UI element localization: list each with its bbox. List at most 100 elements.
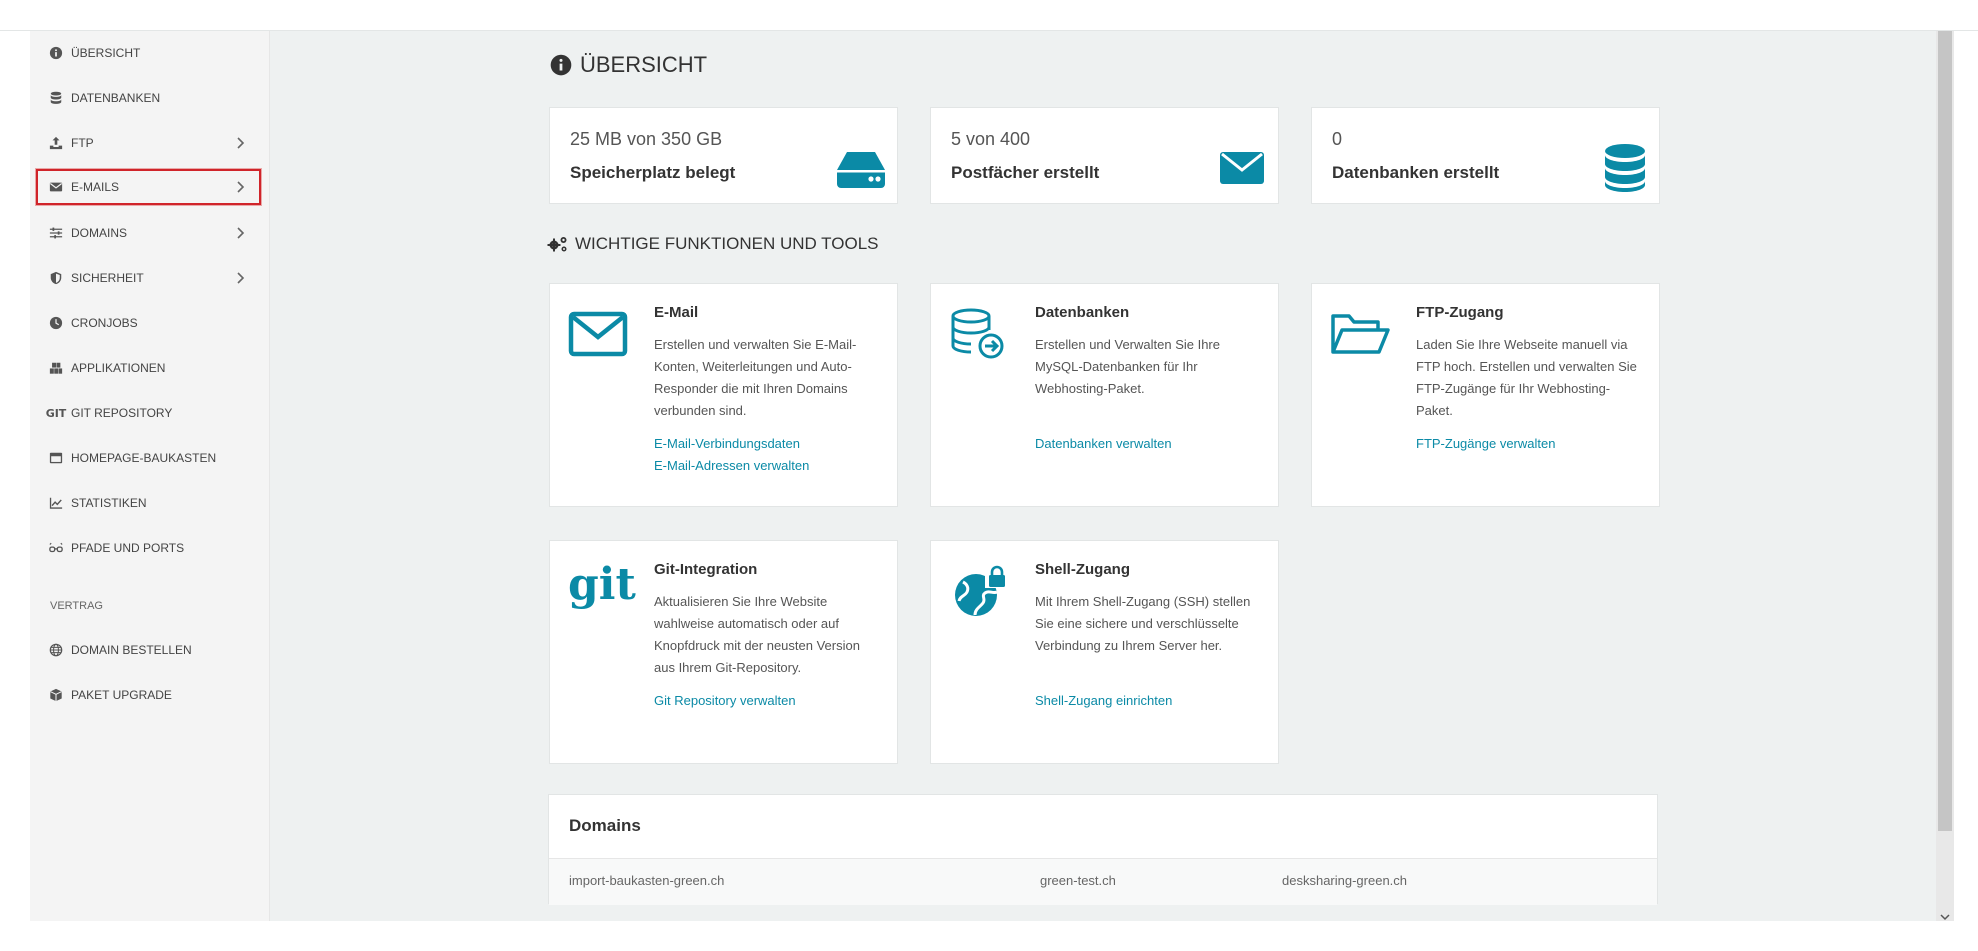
sidebar-item-label: GIT REPOSITORY	[71, 406, 173, 420]
stat-card-storage: 25 MB von 350 GB Speicherplatz belegt	[549, 107, 898, 204]
sidebar: ÜBERSICHT DATENBANKEN FTP E-MAILS DOMAIN…	[30, 31, 270, 921]
sidebar-item-label: HOMEPAGE-BAUKASTEN	[71, 451, 217, 465]
domain-item[interactable]: import-baukasten-green.ch	[569, 873, 724, 888]
envelope-icon	[49, 180, 63, 194]
tool-description: Erstellen und verwalten Sie E-Mail-Konte…	[654, 337, 857, 418]
tool-card-ftp-zugang: FTP-Zugang Laden Sie Ihre Webseite manue…	[1311, 283, 1660, 507]
link-datenbanken-verwalten[interactable]: Datenbanken verwalten	[1035, 436, 1172, 451]
link-ftp-zugaenge-verwalten[interactable]: FTP-Zugänge verwalten	[1416, 436, 1555, 451]
stat-label: Speicherplatz belegt	[570, 163, 736, 182]
page-title-text: ÜBERSICHT	[580, 52, 708, 77]
git-icon: git	[45, 406, 67, 420]
tool-description: Erstellen und Verwalten Sie Ihre MySQL-D…	[1035, 337, 1220, 396]
stat-card-databases: 0 Datenbanken erstellt	[1311, 107, 1660, 204]
box-icon	[49, 688, 63, 702]
database-icon	[1603, 144, 1647, 192]
domains-title: Domains	[569, 816, 641, 835]
envelope-icon	[1218, 146, 1266, 188]
link-email-adressen-verwalten[interactable]: E-Mail-Adressen verwalten	[654, 458, 809, 473]
link-shell-zugang-einrichten[interactable]: Shell-Zugang einrichten	[1035, 693, 1172, 708]
stat-label: Postfächer erstellt	[951, 163, 1100, 182]
sidebar-item-label: STATISTIKEN	[71, 496, 147, 510]
sliders-icon	[49, 226, 63, 240]
tool-description: Laden Sie Ihre Webseite manuell via FTP …	[1416, 337, 1637, 418]
right-gutter	[1954, 31, 1978, 951]
page-title: ÜBERSICHT	[550, 52, 707, 78]
chevron-down-icon[interactable]	[1939, 909, 1951, 921]
table-row: import-baukasten-green.ch green-test.ch …	[549, 858, 1657, 905]
left-gutter	[0, 31, 30, 951]
globe-lock-icon	[949, 565, 1011, 617]
tool-title: FTP-Zugang	[1416, 304, 1504, 321]
glasses-icon	[49, 541, 63, 555]
sidebar-item-domain-bestellen[interactable]: DOMAIN BESTELLEN	[36, 632, 261, 668]
chart-line-icon	[49, 496, 63, 510]
sidebar-item-datenbanken[interactable]: DATENBANKEN	[36, 80, 261, 116]
sidebar-item-label: SICHERHEIT	[71, 271, 144, 285]
sidebar-item-ftp[interactable]: FTP	[36, 125, 261, 161]
sidebar-item-cronjobs[interactable]: CRONJOBS	[36, 305, 261, 341]
stat-card-mailboxes: 5 von 400 Postfächer erstellt	[930, 107, 1279, 204]
sidebar-item-applikationen[interactable]: APPLIKATIONEN	[36, 350, 261, 386]
vertical-scrollbar[interactable]	[1936, 31, 1954, 921]
sidebar-item-label: FTP	[71, 136, 94, 150]
sidebar-item-paket-upgrade[interactable]: PAKET UPGRADE	[36, 677, 261, 713]
database-arrow-icon	[949, 308, 1011, 360]
chevron-right-icon	[233, 226, 247, 240]
clock-icon	[49, 316, 63, 330]
sidebar-item-label: DOMAINS	[71, 226, 128, 240]
cubes-icon	[49, 361, 63, 375]
sidebar-item-sicherheit[interactable]: SICHERHEIT	[36, 260, 261, 296]
sidebar-item-label: PFADE UND PORTS	[71, 541, 185, 555]
domain-item[interactable]: desksharing-green.ch	[1282, 873, 1407, 888]
tool-description: Mit Ihrem Shell-Zugang (SSH) stellen Sie…	[1035, 594, 1251, 653]
chevron-right-icon	[233, 136, 247, 150]
cogs-icon	[547, 235, 569, 253]
chevron-right-icon	[233, 271, 247, 285]
domain-item[interactable]: green-test.ch	[1040, 873, 1116, 888]
tool-title: E-Mail	[654, 304, 699, 321]
sidebar-item-label: E-MAILS	[71, 180, 120, 194]
sidebar-item-uebersicht[interactable]: ÜBERSICHT	[36, 35, 261, 71]
sidebar-item-label: ÜBERSICHT	[71, 46, 141, 60]
top-bar	[0, 0, 1978, 31]
tool-title: Shell-Zugang	[1035, 561, 1130, 578]
git-logo-icon: git	[568, 559, 636, 610]
chevron-right-icon	[233, 180, 247, 194]
link-email-verbindungsdaten[interactable]: E-Mail-Verbindungsdaten	[654, 436, 800, 451]
domains-card: Domains import-baukasten-green.ch green-…	[548, 794, 1658, 905]
info-circle-icon	[550, 54, 572, 76]
tools-section-title: WICHTIGE FUNKTIONEN UND TOOLS	[547, 234, 879, 254]
hdd-icon	[837, 146, 885, 188]
sidebar-item-label: APPLIKATIONEN	[71, 361, 166, 375]
tool-card-datenbanken: Datenbanken Erstellen und Verwalten Sie …	[930, 283, 1279, 507]
sidebar-item-statistiken[interactable]: STATISTIKEN	[36, 485, 261, 521]
window-icon	[49, 451, 63, 465]
sidebar-item-label: DATENBANKEN	[71, 91, 161, 105]
section-label-vertrag: VERTRAG	[50, 600, 103, 612]
link-git-repository-verwalten[interactable]: Git Repository verwalten	[654, 693, 796, 708]
tool-card-git-integration: git Git-Integration Aktualisieren Sie Ih…	[549, 540, 898, 764]
globe-icon	[49, 643, 63, 657]
sidebar-item-git-repository[interactable]: git GIT REPOSITORY	[36, 395, 261, 431]
bottom-gutter	[0, 921, 1978, 951]
sidebar-item-homepage-baukasten[interactable]: HOMEPAGE-BAUKASTEN	[36, 440, 261, 476]
stat-value: 5 von 400	[951, 129, 1031, 149]
folder-open-icon	[1330, 308, 1392, 360]
tool-card-email: E-Mail Erstellen und verwalten Sie E-Mai…	[549, 283, 898, 507]
tools-section-title-text: WICHTIGE FUNKTIONEN UND TOOLS	[575, 234, 879, 253]
stat-value: 0	[1332, 129, 1343, 149]
sidebar-item-e-mails[interactable]: E-MAILS	[36, 169, 261, 205]
shield-icon	[49, 271, 63, 285]
sidebar-item-domains[interactable]: DOMAINS	[36, 215, 261, 251]
tool-card-shell-zugang: Shell-Zugang Mit Ihrem Shell-Zugang (SSH…	[930, 540, 1279, 764]
tool-title: Datenbanken	[1035, 304, 1130, 321]
tool-description: Aktualisieren Sie Ihre Website wahlweise…	[654, 594, 860, 675]
sidebar-item-pfade-und-ports[interactable]: PFADE UND PORTS	[36, 530, 261, 566]
scrollbar-thumb[interactable]	[1938, 31, 1952, 831]
sidebar-item-label: CRONJOBS	[71, 316, 138, 330]
envelope-outline-icon	[568, 308, 630, 360]
upload-icon	[49, 136, 63, 150]
sidebar-item-label: PAKET UPGRADE	[71, 688, 172, 702]
stat-label: Datenbanken erstellt	[1332, 163, 1500, 182]
